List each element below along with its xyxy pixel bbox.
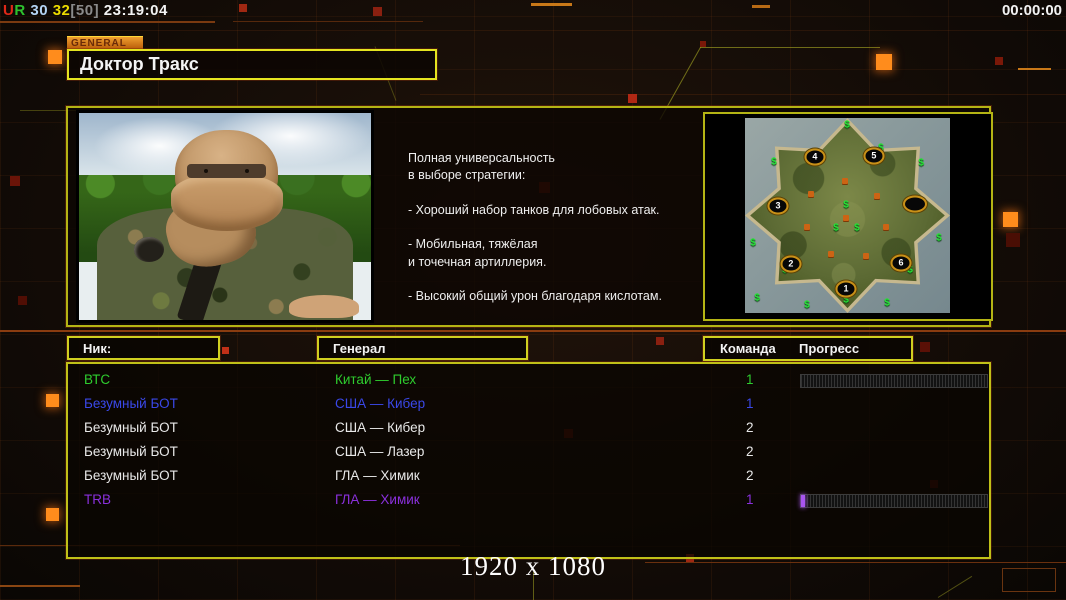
player-general: США — Лазер: [335, 444, 425, 459]
general-description: Полная универсальность в выборе стратеги…: [408, 151, 662, 303]
resolution-label: 1920 x 1080: [460, 551, 606, 581]
player-row: TRB ГЛА — Химик 1: [68, 488, 989, 512]
portrait-face-wrap: [170, 175, 284, 231]
oil-derrick-marker: [842, 177, 849, 184]
player-team: 1: [746, 372, 754, 387]
oil-derrick-marker: [828, 250, 835, 257]
portrait-hand: [289, 295, 360, 318]
stat-segment: 23:19:04: [99, 2, 168, 19]
player-general: ГЛА — Химик: [335, 468, 420, 483]
oil-derrick-marker: [883, 224, 890, 230]
stat-segment: R: [14, 2, 26, 19]
supply-dock-marker: $: [843, 199, 849, 211]
general-name: Доктор Тракс: [80, 54, 199, 74]
oil-derrick-marker: [843, 215, 850, 222]
player-general: Китай — Пех: [335, 372, 417, 387]
loading-progress-bar: [800, 374, 988, 388]
spawn-point-4: 4: [804, 148, 826, 166]
loading-screen: { "topbar": { "left_segments": [ {"text"…: [0, 0, 1066, 600]
loading-progress-bar: [800, 494, 988, 508]
oil-derrick-marker: [808, 191, 814, 198]
player-row: Безумный БОТ США — Лазер 2: [68, 440, 989, 464]
oil-derrick-marker: [862, 253, 869, 260]
player-team: 2: [746, 444, 754, 459]
player-team: 2: [746, 468, 754, 483]
player-general: США — Кибер: [335, 396, 426, 411]
player-nick: Безумный БОТ: [84, 420, 178, 435]
match-timer: 00:00:00: [1001, 2, 1062, 19]
spawn-point-5: 5: [863, 147, 885, 165]
player-team: 2: [746, 420, 754, 435]
player-row: Безумный БОТ ГЛА — Химик 2: [68, 464, 989, 488]
general-name-box: Доктор Тракс: [67, 49, 437, 80]
header-general-label: Генерал: [333, 341, 386, 356]
supply-dock-marker: $: [833, 222, 839, 234]
header-team-label: Команда: [720, 341, 776, 356]
header-general-box: Генерал: [317, 336, 528, 360]
player-nick: Безумный БОТ: [84, 396, 178, 411]
supply-dock-marker: $: [804, 299, 810, 311]
stat-segment: 30: [25, 2, 49, 19]
progress-fill: [801, 495, 805, 507]
players-table: ВТС Китай — Пех 1 Безумный БОТ США — Кибер 1 Б…: [66, 362, 991, 559]
stat-segment: U: [3, 2, 15, 19]
supply-dock-marker: $: [844, 119, 850, 131]
player-nick: Безумный БОТ: [84, 444, 178, 459]
spawn-point-6: 6: [890, 254, 912, 272]
header-progress-label: Прогресс: [799, 341, 860, 356]
supply-dock-marker: $: [754, 292, 760, 304]
supply-dock-marker: $: [771, 156, 777, 168]
player-general: США — Кибер: [335, 420, 426, 435]
supply-dock-marker: $: [884, 297, 890, 309]
spawn-point-unnumbered: [902, 195, 927, 213]
player-nick: ВТС: [84, 372, 111, 387]
general-tag-label: GENERAL: [67, 36, 143, 50]
player-general: ГЛА — Химик: [335, 492, 420, 507]
header-nick-label: Ник:: [83, 341, 112, 356]
map-image: $$$$$$$$$$$$$$$123456: [745, 118, 950, 313]
supply-dock-marker: $: [750, 237, 756, 249]
oil-derrick-marker: [803, 224, 810, 230]
stat-segment: [50]: [70, 2, 100, 19]
player-row: ВТС Китай — Пех 1: [68, 368, 989, 392]
player-row: Безумный БОТ США — Кибер 1: [68, 392, 989, 416]
spawn-point-1: 1: [835, 280, 857, 298]
player-nick: TRB: [84, 492, 111, 507]
map-preview-panel: $$$$$$$$$$$$$$$123456: [703, 112, 993, 321]
player-team: 1: [746, 492, 754, 507]
header-nick-box: Ник:: [67, 336, 220, 360]
player-team: 1: [746, 396, 754, 411]
player-row: Безумный БОТ США — Кибер 2: [68, 416, 989, 440]
supply-dock-marker: $: [936, 232, 942, 244]
spawn-point-3: 3: [767, 197, 789, 215]
supply-dock-marker: $: [918, 157, 924, 169]
general-portrait: [79, 113, 371, 320]
portrait-gear: [134, 237, 164, 263]
spawn-point-2: 2: [780, 255, 802, 273]
player-nick: Безумный БОТ: [84, 468, 178, 483]
oil-derrick-marker: [874, 193, 881, 199]
supply-dock-marker: $: [854, 222, 860, 234]
header-team-progress-box: Команда Прогресс: [703, 336, 913, 361]
stat-segment: 32: [48, 2, 71, 19]
portrait-eyes: [187, 163, 266, 179]
player-stats-readout: UR 30 32[50] 23:19:04: [3, 2, 168, 19]
